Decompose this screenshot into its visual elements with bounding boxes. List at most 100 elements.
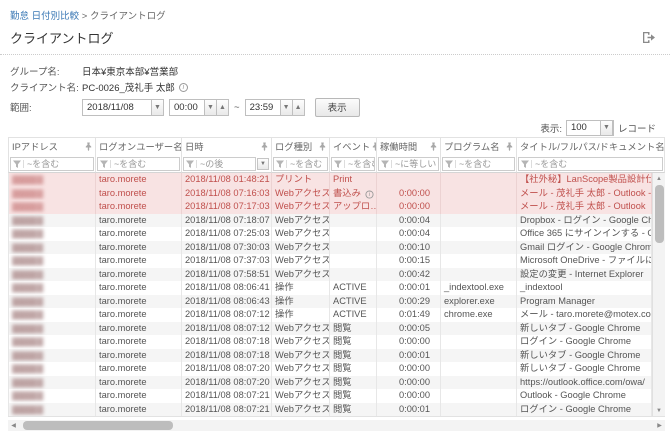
cell-event: ACTIVE <box>330 281 377 295</box>
pin-icon[interactable] <box>506 142 513 151</box>
log-row[interactable]: ▓▓▓▓▓ ▓taro.morete2018/11/08 08:07:20Web… <box>8 376 665 390</box>
show-button[interactable]: 表示 <box>315 98 360 117</box>
time-from-input[interactable]: 00:00 <box>169 99 205 116</box>
page-title: クライアントログ <box>10 28 113 47</box>
pin-icon[interactable] <box>261 142 268 151</box>
log-row[interactable]: ▓▓▓▓▓ ▓taro.morete2018/11/08 07:58:51Web… <box>8 268 665 282</box>
filter-input-event[interactable]: ~を含む <box>331 157 375 171</box>
log-row[interactable]: ▓▓▓▓▓ ▓taro.morete2018/11/08 01:48:21プリン… <box>8 173 665 187</box>
cell-duration: 0:01:49 <box>377 308 441 322</box>
cell-user: taro.morete <box>96 200 182 214</box>
table-filter-row: ~を含む~を含む~の後▼~を含む~を含む~に等しい~を含む~を含む <box>8 155 665 173</box>
cell-event: アップロ… <box>330 200 377 214</box>
scroll-down-icon[interactable]: ▼ <box>653 405 666 416</box>
date-input[interactable]: 2018/11/08 <box>82 99 152 116</box>
cell-program <box>441 322 517 336</box>
column-header-title[interactable]: タイトル/フルパス/ドキュメント名 <box>517 137 665 155</box>
log-row[interactable]: ▓▓▓▓▓ ▓taro.morete2018/11/08 07:25:03Web… <box>8 227 665 241</box>
date-dropdown-icon[interactable]: ▼ <box>151 99 164 116</box>
export-icon[interactable] <box>640 29 658 46</box>
filter-input-duration[interactable]: ~に等しい <box>378 157 439 171</box>
ip-address-redacted: ▓▓▓▓▓ ▓ <box>12 189 42 198</box>
log-row[interactable]: ▓▓▓▓▓ ▓taro.morete2018/11/08 08:07:21Web… <box>8 389 665 403</box>
time-to-input[interactable]: 23:59 <box>245 99 281 116</box>
time-from-up-icon[interactable]: ▲ <box>216 99 229 116</box>
scroll-right-icon[interactable]: ▶ <box>654 420 665 431</box>
page-size-dropdown-icon[interactable]: ▼ <box>600 120 613 136</box>
vertical-scrollbar[interactable]: ▲ ▼ <box>652 173 665 416</box>
pin-icon[interactable] <box>430 142 437 151</box>
log-row[interactable]: ▓▓▓▓▓ ▓taro.morete2018/11/08 07:16:03Web… <box>8 187 665 201</box>
cell-user: taro.morete <box>96 389 182 403</box>
log-row[interactable]: ▓▓▓▓▓ ▓taro.morete2018/11/08 07:17:03Web… <box>8 200 665 214</box>
cell-duration: 0:00:01 <box>377 349 441 363</box>
log-row[interactable]: ▓▓▓▓▓ ▓taro.morete2018/11/08 07:37:03Web… <box>8 254 665 268</box>
column-header-label: ログオンユーザー名 <box>99 138 182 156</box>
vertical-scrollbar-thumb[interactable] <box>655 185 664 243</box>
filter-input-ip[interactable]: ~を含む <box>10 157 94 171</box>
column-header-program[interactable]: プログラム名 <box>441 137 517 155</box>
cell-title: Dropbox - ログイン - Google Chrom <box>517 214 652 228</box>
range-tilde: ~ <box>234 102 240 113</box>
column-header-type[interactable]: ログ種別 <box>272 137 330 155</box>
cell-ip: ▓▓▓▓▓ ▓ <box>8 322 96 336</box>
cell-title: https://outlook.office.com/owa/ <box>517 376 652 390</box>
log-row[interactable]: ▓▓▓▓▓ ▓taro.morete2018/11/08 08:07:21Web… <box>8 403 665 417</box>
client-name-label: クライアント名: <box>10 80 82 94</box>
log-row[interactable]: ▓▓▓▓▓ ▓taro.morete2018/11/08 07:30:03Web… <box>8 241 665 255</box>
cell-ip: ▓▓▓▓▓ ▓ <box>8 254 96 268</box>
filter-input-user[interactable]: ~を含む <box>97 157 180 171</box>
breadcrumb-link-attendance[interactable]: 勤怠 日付別比較 <box>10 11 79 22</box>
cell-event: Print <box>330 173 377 187</box>
cell-title: メール - taro.morete@motex.co.jp <box>517 308 652 322</box>
time-to-up-icon[interactable]: ▲ <box>292 99 305 116</box>
column-header-label: 日時 <box>185 138 204 156</box>
client-info-icon[interactable]: i <box>179 83 188 92</box>
log-row[interactable]: ▓▓▓▓▓ ▓taro.morete2018/11/08 08:07:12Web… <box>8 322 665 336</box>
log-row[interactable]: ▓▓▓▓▓ ▓taro.morete2018/11/08 08:07:12操作A… <box>8 308 665 322</box>
log-row[interactable]: ▓▓▓▓▓ ▓taro.morete2018/11/08 07:18:07Web… <box>8 214 665 228</box>
cell-user: taro.morete <box>96 187 182 201</box>
filter-cell-title: ~を含む <box>517 155 665 173</box>
column-header-duration[interactable]: 稼働時間 <box>377 137 441 155</box>
cell-program <box>441 403 517 417</box>
horizontal-scrollbar-thumb[interactable] <box>23 421 173 430</box>
cell-user: taro.morete <box>96 308 182 322</box>
log-row[interactable]: ▓▓▓▓▓ ▓taro.morete2018/11/08 08:07:20Web… <box>8 362 665 376</box>
cell-user: taro.morete <box>96 295 182 309</box>
cell-user: taro.morete <box>96 335 182 349</box>
column-header-ip[interactable]: IPアドレス <box>8 137 96 155</box>
pin-icon[interactable] <box>85 142 92 151</box>
pin-icon[interactable] <box>319 142 326 151</box>
log-row[interactable]: ▓▓▓▓▓ ▓taro.morete2018/11/08 08:06:41操作A… <box>8 281 665 295</box>
column-header-datetime[interactable]: 日時 <box>182 137 272 155</box>
event-info-icon[interactable]: i <box>365 190 373 198</box>
filter-input-title[interactable]: ~を含む <box>518 157 663 171</box>
filter-input-type[interactable]: ~を含む <box>273 157 328 171</box>
filter-funnel-icon <box>11 160 24 168</box>
cell-type: Webアクセス <box>272 322 330 336</box>
filter-input-program[interactable]: ~を含む <box>442 157 515 171</box>
cell-program <box>441 187 517 201</box>
filter-cell-datetime: ~の後▼ <box>182 155 272 173</box>
log-row[interactable]: ▓▓▓▓▓ ▓taro.morete2018/11/08 08:06:43操作A… <box>8 295 665 309</box>
cell-duration: 0:00:01 <box>377 281 441 295</box>
scroll-up-icon[interactable]: ▲ <box>653 173 666 184</box>
cell-type: Webアクセス <box>272 403 330 417</box>
page-size-select[interactable]: 100▼ <box>566 120 614 136</box>
cell-type: Webアクセス <box>272 349 330 363</box>
filter-operator-dropdown-icon[interactable]: ▼ <box>257 158 269 170</box>
cell-duration <box>377 173 441 187</box>
horizontal-scrollbar[interactable]: ◀ ▶ <box>8 420 665 431</box>
column-header-user[interactable]: ログオンユーザー名 <box>96 137 182 155</box>
ip-address-redacted: ▓▓▓▓▓ ▓ <box>12 297 42 306</box>
cell-event: ACTIVE <box>330 295 377 309</box>
cell-event: 閲覧 <box>330 335 377 349</box>
scroll-left-icon[interactable]: ◀ <box>8 420 19 431</box>
log-row[interactable]: ▓▓▓▓▓ ▓taro.morete2018/11/08 08:07:18Web… <box>8 335 665 349</box>
column-header-event[interactable]: イベント <box>330 137 377 155</box>
ip-address-redacted: ▓▓▓▓▓ ▓ <box>12 337 42 346</box>
filter-input-datetime[interactable]: ~の後 <box>183 157 256 171</box>
log-row[interactable]: ▓▓▓▓▓ ▓taro.morete2018/11/08 08:07:18Web… <box>8 349 665 363</box>
cell-user: taro.morete <box>96 173 182 187</box>
